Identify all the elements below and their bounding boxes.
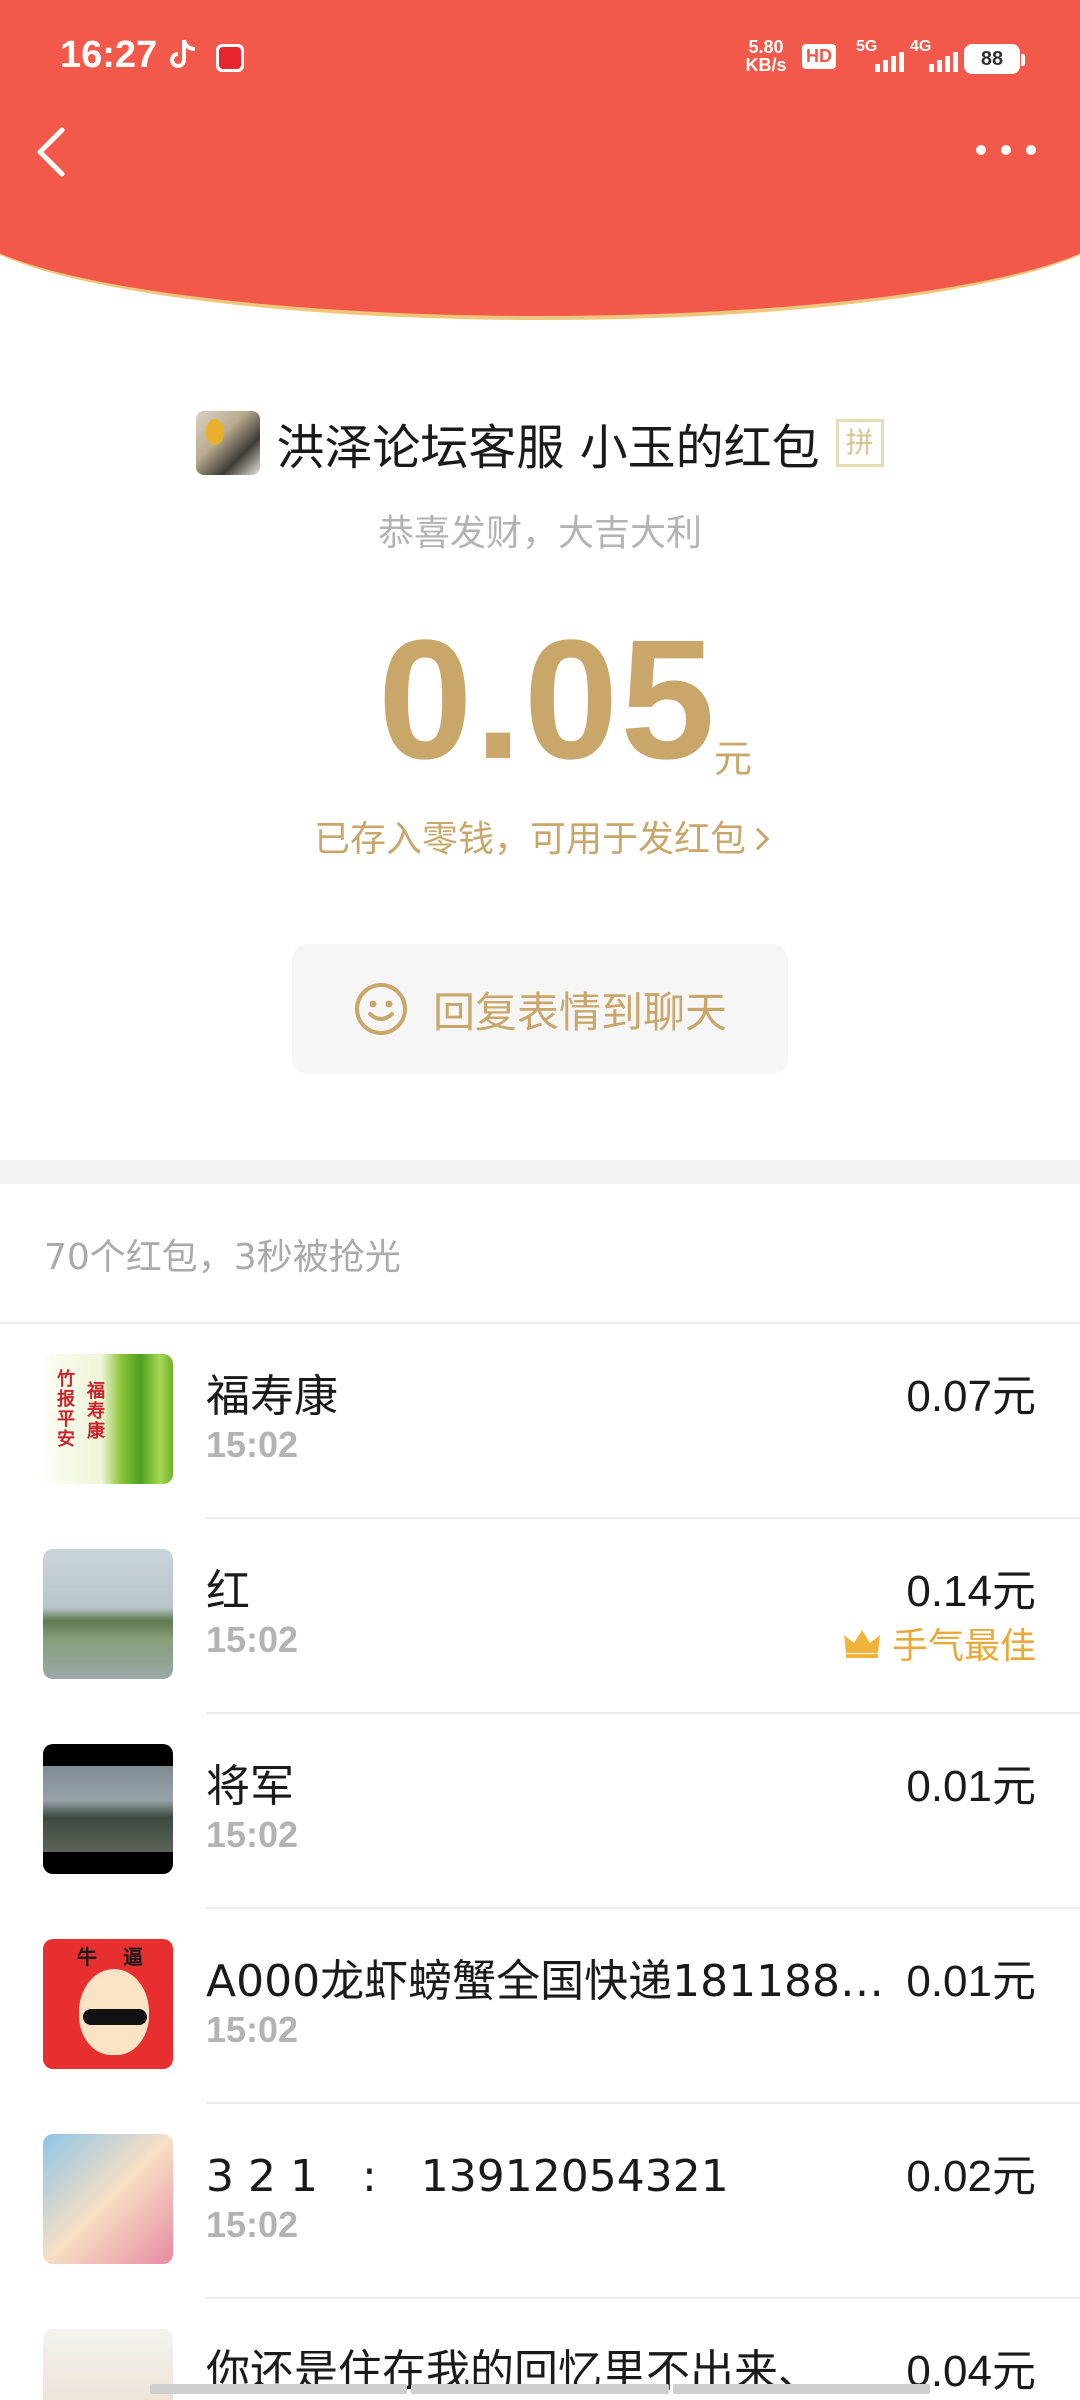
avatar-text: 竹	[57, 1369, 75, 1390]
avatar[interactable]	[43, 2134, 173, 2264]
scroll-indicator	[150, 2384, 930, 2394]
grab-time: 15:02	[206, 1424, 299, 1465]
sender-name: 洪泽论坛客服 小玉的红包	[276, 420, 820, 476]
grab-time: 15:02	[206, 1619, 299, 1660]
list-item[interactable]: 红 15:02 0.14元 手气最佳	[0, 1519, 1080, 1714]
avatar[interactable]	[43, 1744, 173, 1874]
avatar-text: 康	[87, 1421, 105, 1442]
recipient-name: 3 2 1 : 13912054321	[206, 2151, 729, 2202]
grab-amount: 0.01元	[906, 1762, 1036, 1811]
net-speed: 5.80 KB/s	[738, 38, 794, 74]
avatar-text: 报	[57, 1389, 75, 1410]
signal-5g-icon: 5G	[856, 38, 904, 74]
reply-label: 回复表情到聊天	[432, 987, 727, 1037]
battery-icon: 88	[964, 44, 1025, 74]
avatar-text: 寿	[87, 1401, 105, 1422]
best-luck-label: 手气最佳	[891, 1626, 1036, 1667]
chevron-left-icon	[37, 127, 65, 177]
summary-text: 70个红包，3秒被抢光	[44, 1237, 401, 1278]
grab-time: 15:02	[206, 2204, 299, 2245]
avatar[interactable]: 牛 逼	[43, 1939, 173, 2069]
list-item[interactable]: 牛 逼 A000龙虾螃蟹全国快递1811881… 15:02 0.01元	[0, 1909, 1080, 2104]
avatar-text: 牛	[77, 1945, 97, 1969]
amount-row: 0.05 元	[0, 610, 1080, 790]
grab-amount: 0.14元	[906, 1567, 1036, 1616]
smile-icon	[354, 983, 407, 1035]
stored-text: 已存入零钱，可用于发红包	[313, 819, 746, 860]
more-button[interactable]	[976, 138, 1036, 162]
grab-amount: 0.02元	[906, 2152, 1036, 2201]
hd-label: HD	[806, 46, 832, 66]
chevron-right-icon	[746, 827, 770, 851]
xiaohongshu-icon	[216, 44, 244, 72]
avatar[interactable]	[43, 1549, 173, 1679]
tiktok-icon	[170, 39, 196, 68]
wish-text: 恭喜发财，大吉大利	[377, 513, 702, 554]
status-time: 16:27	[60, 34, 158, 76]
recipient-name: 福寿康	[206, 1371, 338, 1422]
more-dot	[1001, 145, 1011, 155]
grab-amount: 0.07元	[906, 1372, 1036, 1421]
reply-emoji-button[interactable]: 回复表情到聊天	[292, 944, 788, 1074]
section-divider	[0, 1160, 1080, 1184]
avatar-text: 平	[57, 1409, 75, 1430]
status-bar: 16:27 5.80 KB/s HD 5G 4G 88	[0, 0, 1080, 120]
recipient-name: 红	[206, 1566, 250, 1617]
back-button[interactable]	[28, 122, 78, 182]
list-item[interactable]: 3 2 1 : 13912054321 15:02 0.02元	[0, 2104, 1080, 2299]
hd-badge: HD	[802, 44, 836, 69]
list-item[interactable]: 将军 15:02 0.01元	[0, 1714, 1080, 1909]
stored-link[interactable]: 已存入零钱，可用于发红包	[0, 810, 1080, 862]
grab-amount: 0.01元	[906, 1957, 1036, 2006]
pin-badge: 拼	[835, 419, 884, 467]
sender-avatar[interactable]	[196, 411, 261, 475]
avatar[interactable]: 竹 报 平 安 福 寿 康	[43, 1354, 173, 1484]
avatar-text: 安	[57, 1429, 75, 1450]
recipient-list: 竹 报 平 安 福 寿 康 福寿康 15:02 0.07元 红 15:02 0.…	[0, 1324, 1080, 2400]
list-item[interactable]: 竹 报 平 安 福 寿 康 福寿康 15:02 0.07元	[0, 1324, 1080, 1519]
more-dot	[976, 145, 986, 155]
amount-unit: 元	[714, 737, 753, 781]
battery-level: 88	[980, 48, 1004, 70]
net-speed-unit: KB/s	[745, 55, 787, 75]
best-luck-badge: 手气最佳	[842, 1617, 1036, 1669]
net-speed-value: 5.80	[748, 37, 784, 57]
recipient-name: 将军	[206, 1761, 294, 1812]
crown-icon	[843, 1630, 880, 1658]
avatar-text: 逼	[123, 1945, 143, 1969]
recipient-name: A000龙虾螃蟹全国快递1811881…	[206, 1956, 896, 2007]
grab-time: 15:02	[206, 2009, 299, 2050]
grab-time: 15:02	[206, 1814, 299, 1855]
received-amount: 0.05	[378, 605, 717, 795]
sender-row: 洪泽论坛客服 小玉的红包 拼	[0, 408, 1080, 478]
more-dot	[1026, 145, 1036, 155]
signal-4g-icon: 4G	[910, 38, 958, 74]
avatar-text: 福	[87, 1381, 105, 1402]
